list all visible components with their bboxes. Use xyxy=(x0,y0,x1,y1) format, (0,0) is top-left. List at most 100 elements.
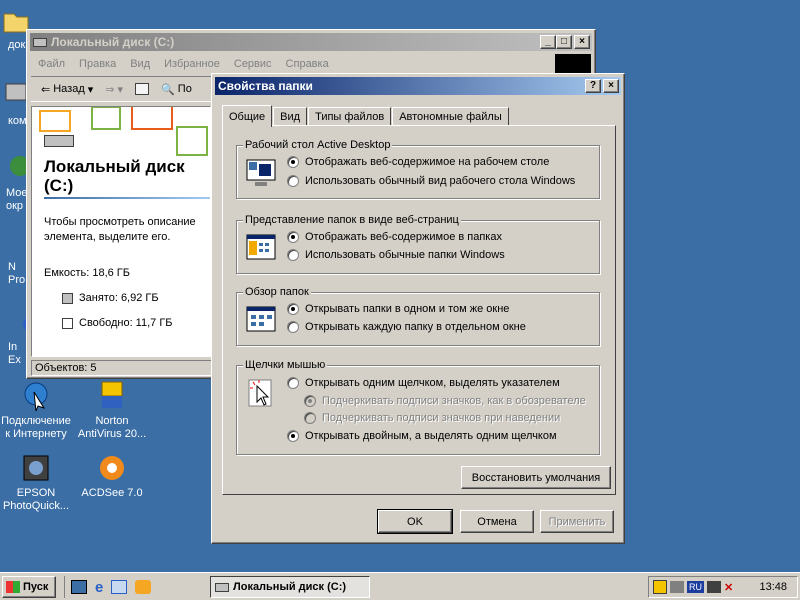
explorer-statusbar: Объектов: 5 xyxy=(31,360,215,376)
ie-launch-icon[interactable]: e xyxy=(95,579,103,596)
folder-options-dialog[interactable]: Свойства папки ? × Общие Вид Типы файлов… xyxy=(211,73,625,544)
dialog-titlebar[interactable]: Свойства папки ? × xyxy=(215,77,621,95)
group-web-view-title: Представление папок в виде веб-страниц xyxy=(243,214,461,226)
capacity-text: Емкость: 18,6 ГБ xyxy=(44,267,130,279)
radio-disabled-checked xyxy=(304,395,316,407)
radio-unchecked[interactable] xyxy=(287,321,299,333)
option-show-web-content-desktop[interactable]: Отображать веб-содержимое на рабочем сто… xyxy=(287,156,549,168)
ok-button[interactable]: OK xyxy=(377,509,453,534)
radio-checked[interactable] xyxy=(287,430,299,442)
help-button[interactable]: ? xyxy=(585,79,601,93)
used-legend: Занято: 6,92 ГБ xyxy=(62,292,159,304)
object-count: Объектов: 5 xyxy=(35,362,97,374)
explorer-webview-pane: Локальный диск (C:) Чтобы просмотреть оп… xyxy=(31,106,211,357)
back-button[interactable]: ⇐ Назад ▾ xyxy=(37,83,97,96)
search-button[interactable]: 🔍 По xyxy=(157,83,196,96)
tab-panel-general: Рабочий стол Active Desktop Отображать в… xyxy=(222,125,616,495)
restore-defaults-button[interactable]: Восстановить умолчания xyxy=(461,466,611,489)
tab-file-types[interactable]: Типы файлов xyxy=(308,107,392,126)
dialog-close-button[interactable]: × xyxy=(603,79,619,93)
decorative-squares xyxy=(39,107,208,156)
option-separate-window[interactable]: Открывать каждую папку в отдельном окне xyxy=(287,321,526,333)
explorer-titlebar[interactable]: Локальный диск (C:) _ □ × xyxy=(30,33,592,51)
up-folder-icon xyxy=(135,83,150,95)
back-arrow-icon: ⇐ xyxy=(41,83,51,96)
media-player-icon[interactable] xyxy=(135,580,152,594)
radio-unchecked[interactable] xyxy=(287,175,299,187)
tab-view[interactable]: Вид xyxy=(273,107,308,126)
menu-tools[interactable]: Сервис xyxy=(227,58,279,70)
dropdown-arrow-icon: ▾ xyxy=(87,83,94,96)
option-classic-desktop[interactable]: Использовать обычный вид рабочего стола … xyxy=(287,175,575,187)
outlook-launch-icon[interactable] xyxy=(111,580,128,594)
network-disconnected-icon[interactable]: ✕ xyxy=(724,581,733,594)
drive-heading: Локальный диск (C:) xyxy=(44,157,185,195)
tab-offline-files[interactable]: Автономные файлы xyxy=(392,107,509,126)
desktop-preview-icon xyxy=(246,159,276,186)
heading-rule xyxy=(44,197,210,199)
epson-icon xyxy=(20,452,52,484)
menu-help[interactable]: Справка xyxy=(279,58,336,70)
desktop-icon-acdsee[interactable]: ACDSee 7.0 xyxy=(74,452,150,500)
clock: 13:48 xyxy=(759,581,787,593)
option-single-click[interactable]: Открывать одним щелчком, выделять указат… xyxy=(287,377,560,389)
volume-icon[interactable] xyxy=(707,581,721,593)
group-mouse-clicks: Щелчки мышью Открывать одним щелчком, вы… xyxy=(236,359,600,455)
language-indicator[interactable]: RU xyxy=(687,581,704,593)
radio-disabled xyxy=(304,412,316,424)
free-swatch xyxy=(62,317,73,329)
drive-icon xyxy=(33,37,47,47)
taskbar: Пуск e Локальный диск (C:) RU ✕ 13:48 xyxy=(0,572,800,600)
explorer-menubar: Файл Правка Вид Избранное Сервис Справка xyxy=(31,54,591,74)
start-button[interactable]: Пуск xyxy=(2,576,56,598)
option-classic-folders[interactable]: Использовать обычные папки Windows xyxy=(287,249,505,261)
dialog-title: Свойства папки xyxy=(218,79,313,93)
web-folder-icon xyxy=(246,234,276,260)
group-mouse-clicks-title: Щелчки мышью xyxy=(243,359,328,371)
group-browse-folders: Обзор папок Открывать папки в одном и то… xyxy=(236,286,600,346)
cancel-button[interactable]: Отмена xyxy=(460,510,534,533)
menu-edit[interactable]: Правка xyxy=(72,58,123,70)
group-browse-folders-title: Обзор папок xyxy=(243,286,311,298)
radio-unchecked[interactable] xyxy=(287,377,299,389)
minimize-button[interactable]: _ xyxy=(540,35,556,49)
desktop-icon-epson-photoquicker[interactable]: EPSON PhotoQuick... xyxy=(0,452,74,513)
menu-favorites[interactable]: Избранное xyxy=(157,58,227,70)
maximize-button[interactable]: □ xyxy=(556,35,572,49)
close-button[interactable]: × xyxy=(574,35,590,49)
radio-checked[interactable] xyxy=(287,156,299,168)
tab-general[interactable]: Общие xyxy=(222,105,273,127)
show-desktop-icon[interactable] xyxy=(71,580,87,594)
mouse-click-icon xyxy=(248,379,272,407)
radio-unchecked[interactable] xyxy=(287,249,299,261)
option-underline-hover: Подчеркивать подписи значков при наведен… xyxy=(304,412,560,424)
free-legend: Свободно: 11,7 ГБ xyxy=(62,317,173,329)
used-swatch xyxy=(62,292,73,304)
norton-antivirus-icon xyxy=(96,380,128,412)
menu-view[interactable]: Вид xyxy=(123,58,157,70)
tray-app-icon[interactable] xyxy=(653,580,667,594)
acdsee-icon xyxy=(96,452,128,484)
printer-icon[interactable] xyxy=(670,581,684,593)
radio-checked[interactable] xyxy=(287,303,299,315)
drive-large-icon xyxy=(44,135,74,147)
connection-icon xyxy=(20,380,52,412)
windows-flag-icon xyxy=(6,581,20,593)
taskbar-item-local-disk[interactable]: Локальный диск (C:) xyxy=(210,576,370,598)
apply-button: Применить xyxy=(540,510,614,533)
radio-checked[interactable] xyxy=(287,231,299,243)
menu-file[interactable]: Файл xyxy=(31,58,72,70)
desktop-icon-internet-connection[interactable]: Подключение к Интернету xyxy=(0,380,74,441)
group-web-view: Представление папок в виде веб-страниц О… xyxy=(236,214,600,274)
hint-text: Чтобы просмотреть описание элемента, выд… xyxy=(44,216,196,243)
browse-window-icon xyxy=(246,306,276,332)
drive-small-icon xyxy=(215,582,229,592)
desktop-icon-norton-antivirus[interactable]: Norton AntiVirus 20... xyxy=(74,380,150,441)
forward-button[interactable]: ⇒ ▾ xyxy=(101,83,127,96)
option-double-click[interactable]: Открывать двойным, а выделять одним щелч… xyxy=(287,430,557,442)
up-folder-button[interactable] xyxy=(131,83,153,95)
option-web-content-folders[interactable]: Отображать веб-содержимое в папках xyxy=(287,231,502,243)
group-active-desktop-title: Рабочий стол Active Desktop xyxy=(243,139,393,151)
option-underline-always: Подчеркивать подписи значков, как в обоз… xyxy=(304,395,586,407)
option-same-window[interactable]: Открывать папки в одном и том же окне xyxy=(287,303,509,315)
